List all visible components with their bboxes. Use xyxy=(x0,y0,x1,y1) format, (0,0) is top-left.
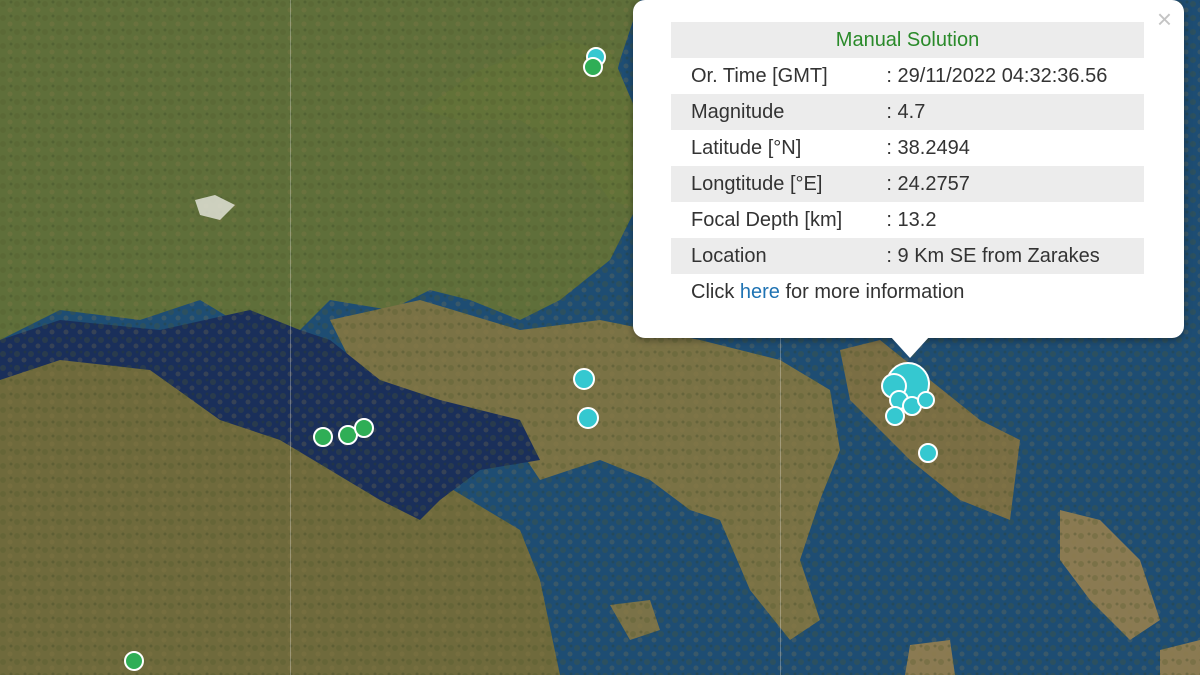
quake-marker[interactable] xyxy=(917,391,935,409)
table-row: Manual Solution xyxy=(671,22,1144,58)
row-value: : 29/11/2022 04:32:36.56 xyxy=(886,64,1108,87)
popup-title: Manual Solution xyxy=(671,22,1144,58)
table-row: Or. Time [GMT] : 29/11/2022 04:32:36.56 xyxy=(671,58,1144,94)
map-grid-line xyxy=(290,0,291,675)
earthquake-info-popup: × Manual Solution Or. Time [GMT] : 29/11… xyxy=(633,0,1184,338)
table-row: Longtitude [°E] : 24.2757 xyxy=(671,166,1144,202)
row-value: : 38.2494 xyxy=(886,136,970,159)
more-info-link[interactable]: here xyxy=(740,281,780,303)
quake-marker[interactable] xyxy=(918,443,938,463)
more-info-suffix: for more information xyxy=(779,281,965,303)
quake-marker[interactable] xyxy=(885,406,905,426)
table-row: Focal Depth [km] : 13.2 xyxy=(671,202,1144,238)
more-info-text: Click here for more information xyxy=(691,281,964,304)
more-info-prefix: Click xyxy=(691,281,740,303)
quake-marker[interactable] xyxy=(577,407,599,429)
quake-marker[interactable] xyxy=(313,427,333,447)
row-label: Magnitude xyxy=(671,94,869,130)
row-label: Focal Depth [km] xyxy=(691,208,843,231)
row-label: Or. Time [GMT] xyxy=(691,64,828,87)
table-row: Latitude [°N] : 38.2494 xyxy=(671,130,1144,166)
popup-pointer xyxy=(890,336,930,358)
quake-marker[interactable] xyxy=(124,651,144,671)
quake-marker[interactable] xyxy=(573,368,595,390)
table-row: Magnitude : 4.7 xyxy=(671,94,1144,130)
row-label: Longtitude [°E] xyxy=(671,166,869,202)
row-value: : 4.7 xyxy=(868,94,1144,130)
row-value: : 24.2757 xyxy=(868,166,1144,202)
table-row: Location : 9 Km SE from Zarakes xyxy=(671,238,1144,274)
row-label: Latitude [°N] xyxy=(691,136,802,159)
close-icon[interactable]: × xyxy=(1157,6,1172,32)
row-label: Location xyxy=(671,238,869,274)
info-table: Manual Solution Or. Time [GMT] : 29/11/2… xyxy=(671,22,1144,274)
row-value: : 13.2 xyxy=(886,208,937,231)
quake-marker[interactable] xyxy=(354,418,374,438)
quake-marker[interactable] xyxy=(583,57,603,77)
row-value: : 9 Km SE from Zarakes xyxy=(868,238,1144,274)
